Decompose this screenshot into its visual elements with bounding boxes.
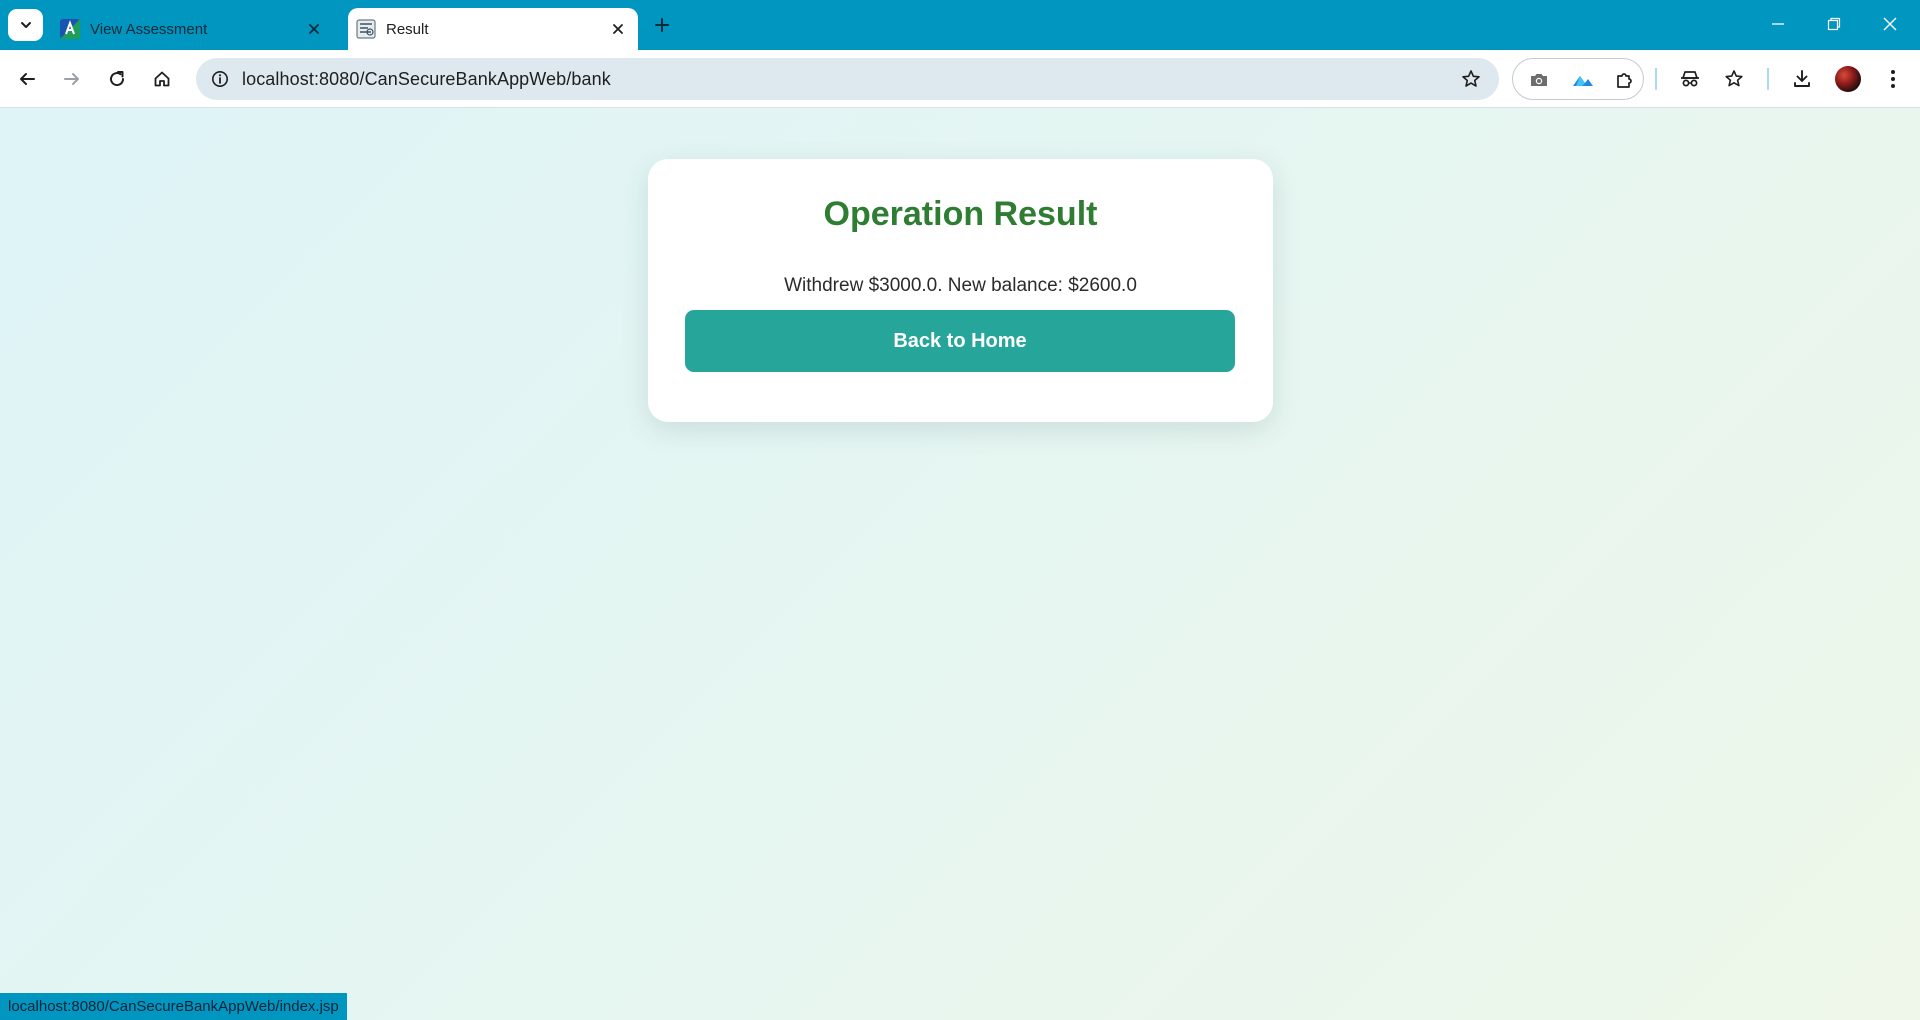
back-button[interactable]: [9, 61, 45, 97]
star-list-icon: [1725, 70, 1743, 87]
chevron-down-icon: [20, 22, 31, 28]
favorites-button[interactable]: [1717, 61, 1753, 97]
browser-toolbar: localhost:8080/CanSecureBankAppWeb/bank: [0, 50, 1920, 108]
profile-avatar[interactable]: [1835, 66, 1861, 92]
home-button[interactable]: [144, 61, 180, 97]
restore-button[interactable]: [1806, 0, 1862, 48]
bookmark-button[interactable]: [1455, 63, 1487, 95]
page-title: Operation Result: [823, 195, 1098, 233]
restore-icon: [1827, 17, 1841, 31]
extensions-button[interactable]: [1607, 62, 1643, 98]
close-icon: [309, 24, 319, 34]
address-bar[interactable]: localhost:8080/CanSecureBankAppWeb/bank: [196, 58, 1499, 100]
extensions-group: [1512, 58, 1644, 100]
tab-title: Result: [386, 20, 429, 38]
incognito-button[interactable]: [1672, 61, 1708, 97]
cloud-extension-button[interactable]: [1565, 62, 1601, 98]
reload-button[interactable]: [99, 61, 135, 97]
forward-button[interactable]: [54, 61, 90, 97]
toolbar-divider: [1655, 68, 1657, 90]
close-tab-button[interactable]: [604, 15, 632, 43]
back-to-home-button[interactable]: Back to Home: [685, 310, 1235, 372]
tab-view-assessment[interactable]: View Assessment: [52, 8, 334, 50]
page-content: Operation Result Withdrew $3000.0. New b…: [0, 109, 1920, 1020]
more-vertical-icon: [1891, 70, 1895, 88]
assessment-app-icon: [60, 19, 80, 39]
screenshot-extension-button[interactable]: [1521, 62, 1557, 98]
minimize-button[interactable]: [1750, 0, 1806, 48]
toolbar-divider: [1767, 68, 1769, 90]
mountain-icon: [1573, 76, 1593, 86]
info-icon: [212, 71, 228, 87]
result-card: Operation Result Withdrew $3000.0. New b…: [648, 159, 1273, 422]
site-info-button[interactable]: [204, 63, 236, 95]
star-icon: [1462, 70, 1480, 87]
tab-search-button[interactable]: [8, 9, 43, 41]
reload-icon: [110, 71, 125, 87]
download-icon: [1794, 70, 1810, 87]
status-bar-url: localhost:8080/CanSecureBankAppWeb/index…: [0, 993, 347, 1020]
puzzle-icon: [1617, 73, 1632, 88]
url-text: localhost:8080/CanSecureBankAppWeb/bank: [242, 69, 611, 89]
camera-icon: [1531, 74, 1547, 86]
arrow-left-icon: [20, 73, 35, 85]
close-icon: [1883, 17, 1897, 31]
close-window-button[interactable]: [1862, 0, 1918, 48]
incognito-icon: [1681, 71, 1699, 87]
result-page-icon: [356, 19, 376, 39]
close-tab-button[interactable]: [300, 15, 328, 43]
downloads-button[interactable]: [1784, 61, 1820, 97]
close-icon: [613, 24, 623, 34]
new-tab-button[interactable]: [648, 11, 676, 39]
tab-title: View Assessment: [90, 20, 208, 38]
minimize-icon: [1772, 23, 1784, 25]
browser-menu-button[interactable]: [1875, 61, 1911, 97]
tab-strip: View Assessment Result: [0, 0, 1920, 50]
plus-icon: [655, 18, 669, 32]
arrow-right-icon: [64, 73, 79, 85]
tab-result[interactable]: Result: [348, 8, 638, 50]
home-icon: [154, 71, 170, 87]
result-message: Withdrew $3000.0. New balance: $2600.0: [784, 275, 1137, 296]
